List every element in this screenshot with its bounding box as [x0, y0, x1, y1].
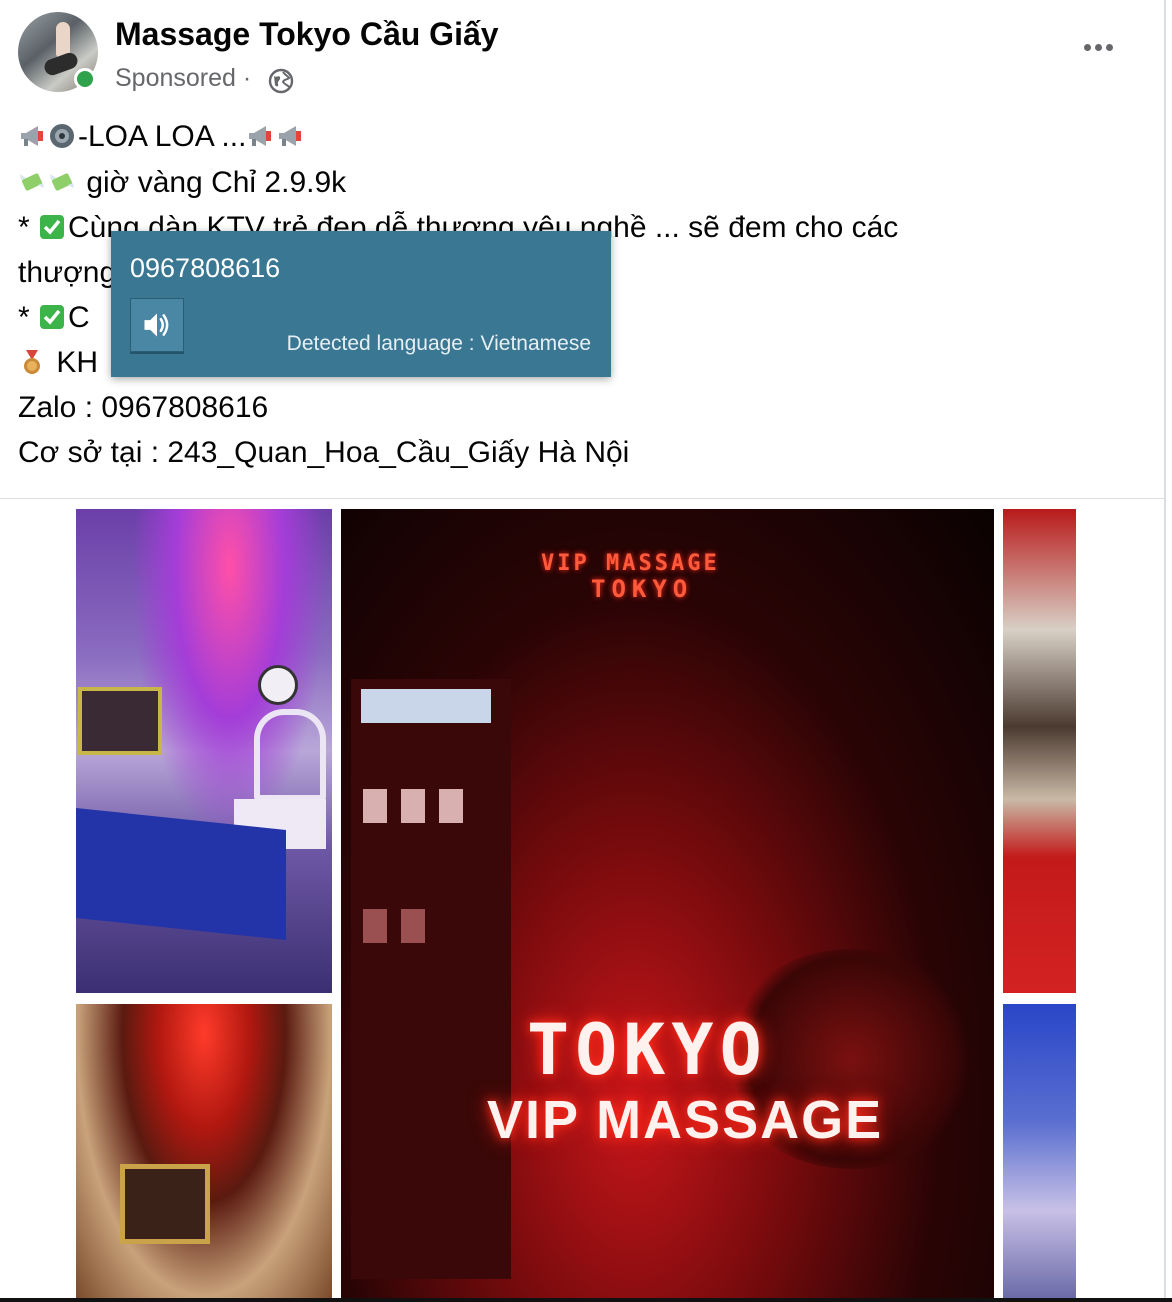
post-line-5-text: C [68, 301, 90, 334]
translate-popup: 0967808616 Detected language : Vietnames… [111, 231, 611, 377]
post-line-1-text: -LOA LOA ... [78, 120, 247, 153]
photo-detail-bed [76, 807, 286, 941]
post-line-1: -LOA LOA ... [18, 120, 306, 154]
post-line-2-text: giờ vàng Chỉ 2.9.9k [78, 166, 347, 199]
photo-storefront-neon[interactable]: VIP MASSAGE TOKYO TOKYO VIP MASSAGE [341, 509, 994, 1299]
post-line-4: thượng [18, 256, 116, 290]
photo-detail-clock [258, 665, 298, 705]
money-wings-icon [20, 173, 44, 191]
post-line-3-bullet: * [18, 211, 39, 244]
translate-popup-text: 0967808616 [130, 253, 281, 283]
photo-detail-window [401, 789, 425, 823]
photo-massage-room-purple[interactable] [76, 509, 332, 993]
window-bottom-edge [0, 1298, 1172, 1302]
neon-sign-top-line2: TOKYO [591, 575, 694, 603]
neon-sign-main-line1: TOKYO [527, 1009, 768, 1091]
photo-detail-window [363, 789, 387, 823]
money-wings-icon [50, 173, 74, 191]
post-line-5-bullet: * [18, 301, 39, 334]
speaker-emoji-icon [50, 124, 74, 148]
photo-detail-mirror [254, 709, 326, 801]
post-line-7-text: Zalo : 0967808616 [18, 391, 269, 424]
sponsored-text: Sponsored [115, 64, 236, 92]
photo-detail-building [351, 679, 511, 1279]
post-line-8-text: Cơ sở tại : 243_Quan_Hoa_Cầu_Giấy Hà Nội [18, 436, 630, 469]
neon-sign-main-line2: VIP MASSAGE [487, 1090, 884, 1150]
speaker-icon [144, 313, 169, 337]
photo-detail-window [401, 909, 425, 943]
photo-detail-picture-frame [120, 1164, 210, 1244]
sponsored-label[interactable]: Sponsored · [115, 64, 251, 93]
photo-detail-window [439, 789, 463, 823]
speak-button[interactable] [130, 298, 184, 352]
photo-reception-partial[interactable] [1003, 509, 1076, 993]
photo-detail-window [361, 689, 491, 723]
megaphone-icon [279, 126, 302, 146]
post-text-divider [0, 498, 1164, 499]
post-line-8: Cơ sở tại : 243_Quan_Hoa_Cầu_Giấy Hà Nội [18, 436, 629, 470]
globe-icon [268, 68, 294, 94]
photo-room-blue-partial[interactable] [1003, 1004, 1076, 1299]
photo-detail-window [363, 909, 387, 943]
photo-massage-room-red[interactable] [76, 1004, 332, 1299]
neon-sign-top-line1: VIP MASSAGE [541, 551, 720, 576]
megaphone-icon [21, 126, 43, 146]
check-mark-button-icon [40, 305, 65, 329]
post-line-2: giờ vàng Chỉ 2.9.9k [18, 166, 346, 200]
post-line-5: * C [18, 301, 90, 335]
feed-right-border [1164, 0, 1166, 1302]
post-line-6-text: KH [48, 346, 99, 379]
sponsored-separator: · [242, 64, 252, 92]
post-line-6: KH [18, 346, 98, 380]
online-status-dot [74, 68, 96, 90]
more-options-icon[interactable] [1078, 30, 1118, 64]
post-line-4-text: thượng [18, 256, 117, 289]
post-line-7: Zalo : 0967808616 [18, 391, 268, 425]
photo-detail-tv [78, 687, 162, 755]
megaphone-icon [249, 126, 272, 146]
page-name-link[interactable]: Massage Tokyo Cầu Giấy [115, 16, 499, 53]
medal-icon [24, 350, 40, 374]
detected-language-label: Detected language : Vietnamese [286, 332, 591, 355]
check-mark-button-icon [40, 215, 65, 239]
